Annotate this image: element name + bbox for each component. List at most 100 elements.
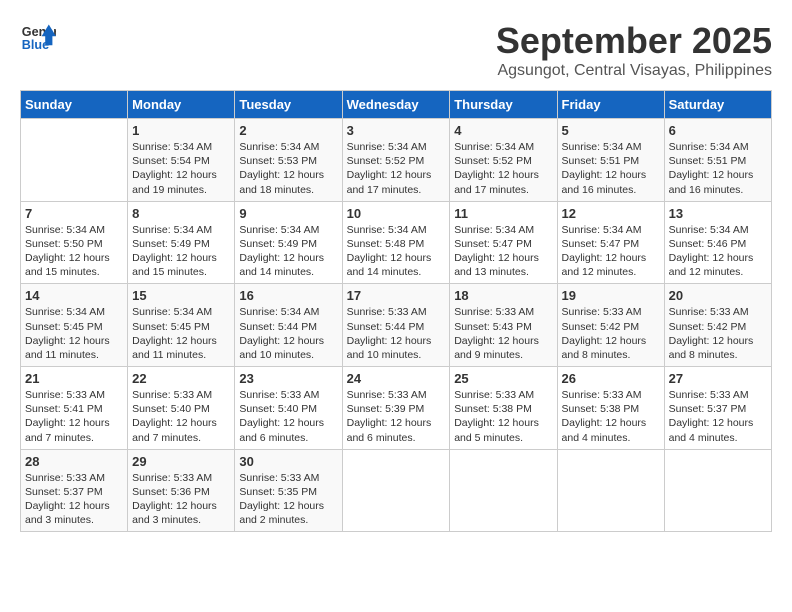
calendar-cell: 3 Sunrise: 5:34 AM Sunset: 5:52 PM Daylig… (342, 119, 450, 202)
day-number: 10 (347, 206, 446, 221)
cell-text: Sunrise: 5:34 AM Sunset: 5:50 PM Dayligh… (25, 223, 123, 280)
calendar-cell: 7 Sunrise: 5:34 AM Sunset: 5:50 PM Daylig… (21, 201, 128, 284)
calendar-cell: 2Sunrise: 5:34 AM Sunset: 5:53 PM Daylig… (235, 119, 342, 202)
day-number: 6 (669, 123, 767, 138)
cell-text: Sunrise: 5:34 AM Sunset: 5:47 PM Dayligh… (562, 223, 660, 280)
day-number: 3 (347, 123, 446, 138)
calendar-cell: 4 Sunrise: 5:34 AM Sunset: 5:52 PM Daylig… (450, 119, 557, 202)
day-number: 18 (454, 288, 552, 303)
day-number: 5 (562, 123, 660, 138)
calendar-cell: 15 Sunrise: 5:34 AM Sunset: 5:45 PM Dayli… (128, 284, 235, 367)
calendar-cell: 23Sunrise: 5:33 AM Sunset: 5:40 PM Dayli… (235, 367, 342, 450)
day-number: 4 (454, 123, 552, 138)
day-number: 1 (132, 123, 230, 138)
cell-text: Sunrise: 5:33 AM Sunset: 5:41 PM Dayligh… (25, 388, 123, 445)
day-number: 24 (347, 371, 446, 386)
day-number: 25 (454, 371, 552, 386)
calendar-cell: 10 Sunrise: 5:34 AM Sunset: 5:48 PM Dayli… (342, 201, 450, 284)
day-number: 30 (239, 454, 337, 469)
day-number: 16 (239, 288, 337, 303)
weekday-header-cell: Friday (557, 91, 664, 119)
cell-text: Sunrise: 5:34 AM Sunset: 5:44 PM Dayligh… (239, 305, 337, 362)
calendar-cell: 22Sunrise: 5:33 AM Sunset: 5:40 PM Dayli… (128, 367, 235, 450)
cell-text: Sunrise: 5:33 AM Sunset: 5:42 PM Dayligh… (562, 305, 660, 362)
cell-text: Sunrise: 5:34 AM Sunset: 5:49 PM Dayligh… (239, 223, 337, 280)
weekday-header-cell: Saturday (664, 91, 771, 119)
day-number: 14 (25, 288, 123, 303)
cell-text: Sunrise: 5:34 AM Sunset: 5:52 PM Dayligh… (454, 140, 552, 197)
calendar-cell: 25 Sunrise: 5:33 AM Sunset: 5:38 PM Dayli… (450, 367, 557, 450)
day-number: 2 (239, 123, 337, 138)
calendar-week-row: 14 Sunrise: 5:34 AM Sunset: 5:45 PM Dayli… (21, 284, 772, 367)
svg-text:Blue: Blue (22, 38, 49, 52)
cell-text: Sunrise: 5:33 AM Sunset: 5:42 PM Dayligh… (669, 305, 767, 362)
calendar-cell: 12Sunrise: 5:34 AM Sunset: 5:47 PM Dayli… (557, 201, 664, 284)
cell-text: Sunrise: 5:34 AM Sunset: 5:51 PM Dayligh… (669, 140, 767, 197)
cell-text: Sunrise: 5:34 AM Sunset: 5:54 PM Dayligh… (132, 140, 230, 197)
day-number: 23 (239, 371, 337, 386)
calendar-cell: 30 Sunrise: 5:33 AM Sunset: 5:35 PM Dayli… (235, 449, 342, 532)
day-number: 29 (132, 454, 230, 469)
cell-text: Sunrise: 5:34 AM Sunset: 5:45 PM Dayligh… (25, 305, 123, 362)
calendar-cell: 5 Sunrise: 5:34 AM Sunset: 5:51 PM Daylig… (557, 119, 664, 202)
calendar-cell: 27 Sunrise: 5:33 AM Sunset: 5:37 PM Dayli… (664, 367, 771, 450)
day-number: 26 (562, 371, 660, 386)
day-number: 7 (25, 206, 123, 221)
calendar-cell (557, 449, 664, 532)
cell-text: Sunrise: 5:34 AM Sunset: 5:45 PM Dayligh… (132, 305, 230, 362)
calendar-cell: 21 Sunrise: 5:33 AM Sunset: 5:41 PM Dayli… (21, 367, 128, 450)
calendar-cell: 19 Sunrise: 5:33 AM Sunset: 5:42 PM Dayli… (557, 284, 664, 367)
calendar-cell: 18Sunrise: 5:33 AM Sunset: 5:43 PM Dayli… (450, 284, 557, 367)
cell-text: Sunrise: 5:33 AM Sunset: 5:39 PM Dayligh… (347, 388, 446, 445)
title-area: September 2025 Agsungot, Central Visayas… (496, 20, 772, 80)
weekday-header-cell: Thursday (450, 91, 557, 119)
logo-icon: General Blue (20, 20, 56, 56)
cell-text: Sunrise: 5:34 AM Sunset: 5:47 PM Dayligh… (454, 223, 552, 280)
calendar-cell (664, 449, 771, 532)
cell-text: Sunrise: 5:33 AM Sunset: 5:35 PM Dayligh… (239, 471, 337, 528)
day-number: 13 (669, 206, 767, 221)
day-number: 15 (132, 288, 230, 303)
calendar-cell: 20 Sunrise: 5:33 AM Sunset: 5:42 PM Dayli… (664, 284, 771, 367)
weekday-header-cell: Monday (128, 91, 235, 119)
cell-text: Sunrise: 5:34 AM Sunset: 5:49 PM Dayligh… (132, 223, 230, 280)
weekday-header-row: SundayMondayTuesdayWednesdayThursdayFrid… (21, 91, 772, 119)
page-header: General Blue September 2025 Agsungot, Ce… (20, 20, 772, 80)
calendar-table: SundayMondayTuesdayWednesdayThursdayFrid… (20, 90, 772, 532)
location-subtitle: Agsungot, Central Visayas, Philippines (496, 62, 772, 80)
calendar-cell: 14 Sunrise: 5:34 AM Sunset: 5:45 PM Dayli… (21, 284, 128, 367)
calendar-cell: 28Sunrise: 5:33 AM Sunset: 5:37 PM Dayli… (21, 449, 128, 532)
day-number: 11 (454, 206, 552, 221)
calendar-week-row: 28Sunrise: 5:33 AM Sunset: 5:37 PM Dayli… (21, 449, 772, 532)
cell-text: Sunrise: 5:34 AM Sunset: 5:51 PM Dayligh… (562, 140, 660, 197)
calendar-cell: 26 Sunrise: 5:33 AM Sunset: 5:38 PM Dayli… (557, 367, 664, 450)
cell-text: Sunrise: 5:33 AM Sunset: 5:38 PM Dayligh… (562, 388, 660, 445)
cell-text: Sunrise: 5:33 AM Sunset: 5:38 PM Dayligh… (454, 388, 552, 445)
calendar-cell: 24 Sunrise: 5:33 AM Sunset: 5:39 PM Dayli… (342, 367, 450, 450)
day-number: 20 (669, 288, 767, 303)
calendar-cell: 16 Sunrise: 5:34 AM Sunset: 5:44 PM Dayli… (235, 284, 342, 367)
cell-text: Sunrise: 5:33 AM Sunset: 5:36 PM Dayligh… (132, 471, 230, 528)
month-title: September 2025 (496, 20, 772, 62)
calendar-cell (342, 449, 450, 532)
day-number: 17 (347, 288, 446, 303)
cell-text: Sunrise: 5:33 AM Sunset: 5:37 PM Dayligh… (669, 388, 767, 445)
cell-text: Sunrise: 5:34 AM Sunset: 5:46 PM Dayligh… (669, 223, 767, 280)
day-number: 27 (669, 371, 767, 386)
day-number: 9 (239, 206, 337, 221)
weekday-header-cell: Wednesday (342, 91, 450, 119)
cell-text: Sunrise: 5:33 AM Sunset: 5:44 PM Dayligh… (347, 305, 446, 362)
calendar-cell: 17 Sunrise: 5:33 AM Sunset: 5:44 PM Dayli… (342, 284, 450, 367)
calendar-cell: 8 Sunrise: 5:34 AM Sunset: 5:49 PM Daylig… (128, 201, 235, 284)
calendar-cell: 11 Sunrise: 5:34 AM Sunset: 5:47 PM Dayli… (450, 201, 557, 284)
calendar-cell: 9 Sunrise: 5:34 AM Sunset: 5:49 PM Daylig… (235, 201, 342, 284)
cell-text: Sunrise: 5:34 AM Sunset: 5:52 PM Dayligh… (347, 140, 446, 197)
day-number: 8 (132, 206, 230, 221)
calendar-body: 1 Sunrise: 5:34 AM Sunset: 5:54 PM Daylig… (21, 119, 772, 532)
calendar-cell: 13 Sunrise: 5:34 AM Sunset: 5:46 PM Dayli… (664, 201, 771, 284)
calendar-cell: 6 Sunrise: 5:34 AM Sunset: 5:51 PM Daylig… (664, 119, 771, 202)
day-number: 19 (562, 288, 660, 303)
day-number: 21 (25, 371, 123, 386)
logo: General Blue (20, 20, 56, 56)
cell-text: Sunrise: 5:34 AM Sunset: 5:48 PM Dayligh… (347, 223, 446, 280)
